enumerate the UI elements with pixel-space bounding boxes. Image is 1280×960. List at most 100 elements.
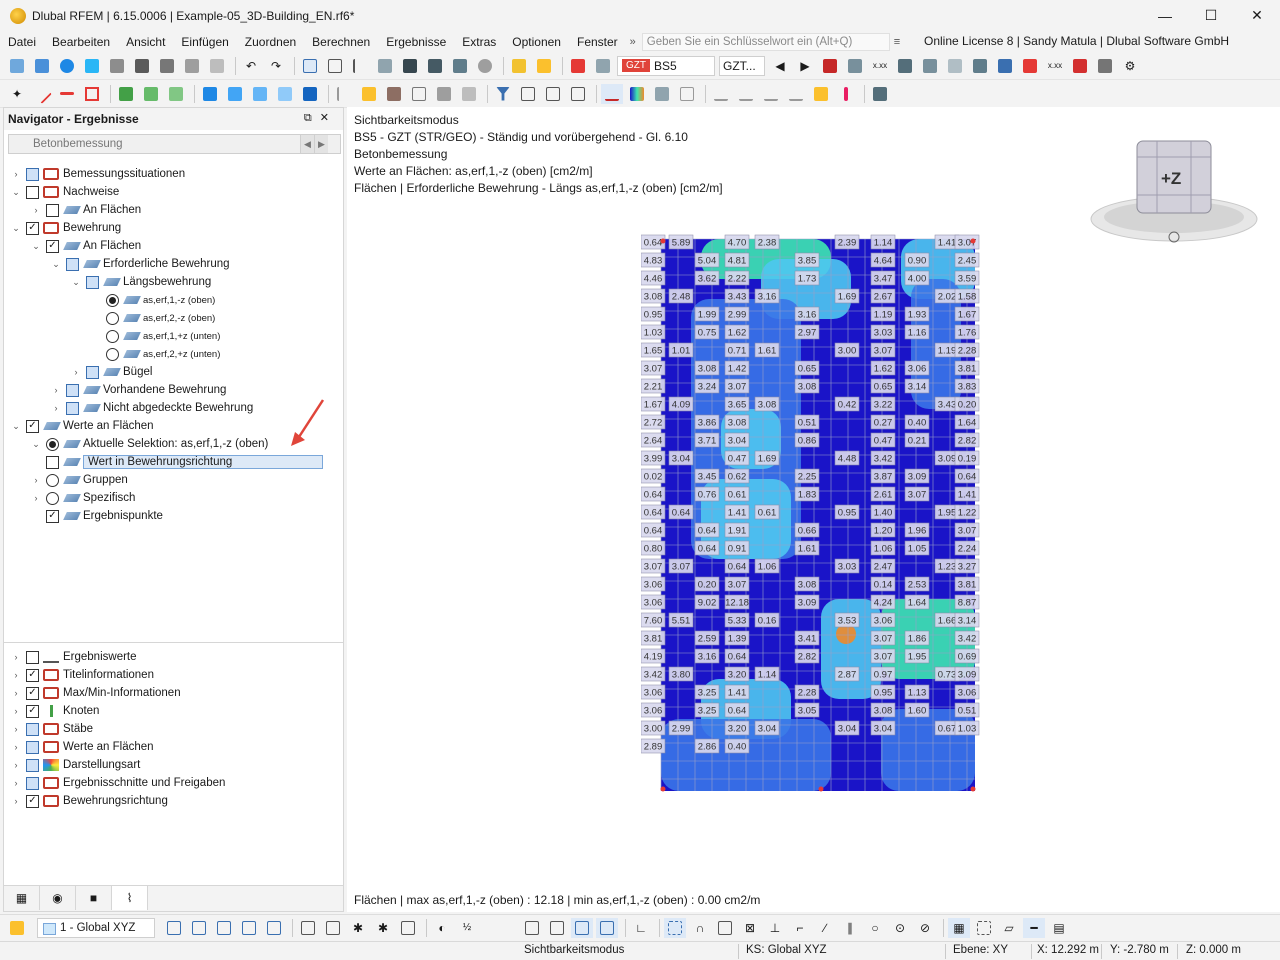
view-front-icon[interactable] [517,84,539,104]
menu-zuordnen[interactable]: Zuordnen [237,35,304,49]
tab-views-icon[interactable]: ■ [76,886,112,910]
menu-optionen[interactable]: Optionen [504,35,569,49]
radio-button[interactable] [46,473,59,487]
layer-toggle-icon[interactable]: ▱ [998,918,1020,938]
ortho-icon[interactable]: ∟ [630,918,652,938]
expand-icon[interactable]: › [50,385,62,395]
radio-button[interactable] [106,293,119,307]
menu-ergebnisse[interactable]: Ergebnisse [378,35,454,49]
menu-extras[interactable]: Extras [454,35,504,49]
expand-icon[interactable]: › [10,760,22,770]
navigator-toggle-icon[interactable] [299,56,321,76]
visibility-icon[interactable]: ◐ [431,918,453,938]
view-z-icon[interactable] [238,918,260,938]
animation-icon[interactable] [1094,56,1116,76]
pin-icon[interactable] [835,84,857,104]
result-line-icon[interactable]: ━ [1023,917,1045,938]
tab-data-icon[interactable]: ▦ [4,886,40,910]
menu-einfuegen[interactable]: Einfügen [173,35,236,49]
dotted-grid-icon[interactable] [973,918,995,938]
collapse-icon[interactable]: ⌄ [70,277,82,288]
next-icon[interactable]: ▶ [794,56,816,76]
expand-icon[interactable]: › [10,652,22,662]
tree-as-erf-1-unten[interactable]: as,erf,1,+z (unten) [90,327,220,345]
expand-icon[interactable]: › [10,169,22,179]
line-icon[interactable] [31,83,53,104]
checkbox[interactable] [26,185,39,199]
surface-result-plot[interactable]: 0.64 5.89 4.70 2.38 2.39 1.14 1.41 3.074.83 5.04… [641,225,1001,805]
values-icon[interactable]: x.xx [1044,56,1066,76]
measure-icon[interactable] [710,84,732,104]
wireframe-icon[interactable] [676,84,698,104]
tree-bewehrung-an-flaechen[interactable]: ⌄ ✓ An Flächen [30,237,141,255]
view-top-icon[interactable] [567,84,589,104]
result-type-select[interactable]: GZT... [719,55,765,76]
snap-tangent-icon[interactable]: ⊘ [914,918,936,938]
tree-staebe[interactable]: › Stäbe [10,720,93,738]
support-surface-icon[interactable] [165,84,187,104]
checkbox[interactable] [26,776,39,790]
snap-icon[interactable] [433,84,455,104]
load-situation-select[interactable]: GZT BS5 [617,55,715,76]
snap-perp-icon[interactable]: ⊥ [764,918,786,938]
tree-bemessungssituationen[interactable]: › Bemessungssituationen [10,165,185,183]
hinge-icon[interactable] [760,84,782,104]
view-y-icon[interactable] [213,918,235,938]
layers-icon[interactable] [449,56,471,76]
spring-icon[interactable] [735,84,757,104]
checkbox[interactable]: ✓ [46,239,59,253]
new-model-icon[interactable] [6,56,28,76]
expand-icon[interactable]: › [10,778,22,788]
tree-nicht-abgedeckte-bewehrung[interactable]: › Nicht abgedeckte Bewehrung [50,399,253,417]
menu-berechnen[interactable]: Berechnen [304,35,378,49]
search-options-icon[interactable]: ≡ [894,36,900,48]
tree-ergebniswerte[interactable]: › Ergebniswerte [10,648,137,666]
coord-icon[interactable] [6,918,28,938]
tree-gruppen[interactable]: › Gruppen [30,471,128,489]
expand-icon[interactable]: › [10,706,22,716]
coordinate-system-select[interactable]: 1 - Global XYZ [37,917,155,938]
view-iso-icon[interactable] [163,918,185,938]
expand-icon[interactable]: › [30,205,42,215]
tree-werte-an-flaechen-display[interactable]: › Werte an Flächen [10,738,154,756]
isometric-icon[interactable] [651,84,673,104]
menu-ansicht[interactable]: Ansicht [118,35,173,49]
view-settings-icon[interactable]: ▤ [1048,918,1070,938]
xxx-values-icon[interactable]: x.xx [869,56,891,76]
tension-icon[interactable] [785,84,807,104]
dimension-line-icon[interactable] [333,84,355,104]
checkbox[interactable]: ✓ [26,221,39,235]
menu-overflow-icon[interactable]: » [630,36,636,48]
tab-results-icon[interactable]: ⌇ [112,886,148,910]
open-model-icon[interactable] [31,56,53,76]
checkbox[interactable]: ✓ [26,419,39,433]
radio-button[interactable] [46,491,59,505]
results-list-icon[interactable] [592,56,614,76]
checkbox[interactable] [26,167,39,181]
collapse-icon[interactable]: ⌄ [30,439,42,450]
view-x-icon[interactable] [188,918,210,938]
save-icon[interactable] [131,56,153,76]
tree-wert-in-bewehrungsrichtung[interactable]: Wert in Bewehrungsrichtung [30,453,323,471]
display-options-icon[interactable] [994,56,1016,76]
collapse-icon[interactable]: ⌄ [50,259,62,270]
member-icon[interactable] [56,84,78,104]
load-node-icon[interactable] [199,84,221,104]
checkbox[interactable] [86,275,99,289]
surface-results-icon[interactable] [944,56,966,76]
tree-max-min-informationen[interactable]: › ✓ Max/Min-Informationen [10,684,181,702]
workplane-icon[interactable] [458,84,480,104]
tree-knoten[interactable]: › ✓ Knoten [10,702,99,720]
radio-button[interactable] [106,311,119,325]
results-toggle-icon[interactable] [567,56,589,76]
table-icon[interactable] [324,56,346,76]
tree-nachweise[interactable]: ⌄ Nachweise [10,183,119,201]
collapse-icon[interactable]: ⌄ [10,187,22,198]
script-icon[interactable] [424,56,446,76]
tree-ergebnisschnitte[interactable]: › Ergebnisschnitte und Freigaben [10,774,225,792]
solid-results-icon[interactable] [969,56,991,76]
collapse-icon[interactable]: ⌄ [30,241,42,252]
checkbox[interactable]: ✓ [26,668,39,682]
document-icon[interactable] [206,56,228,76]
tree-titelinformationen[interactable]: › ✓ Titelinformationen [10,666,154,684]
